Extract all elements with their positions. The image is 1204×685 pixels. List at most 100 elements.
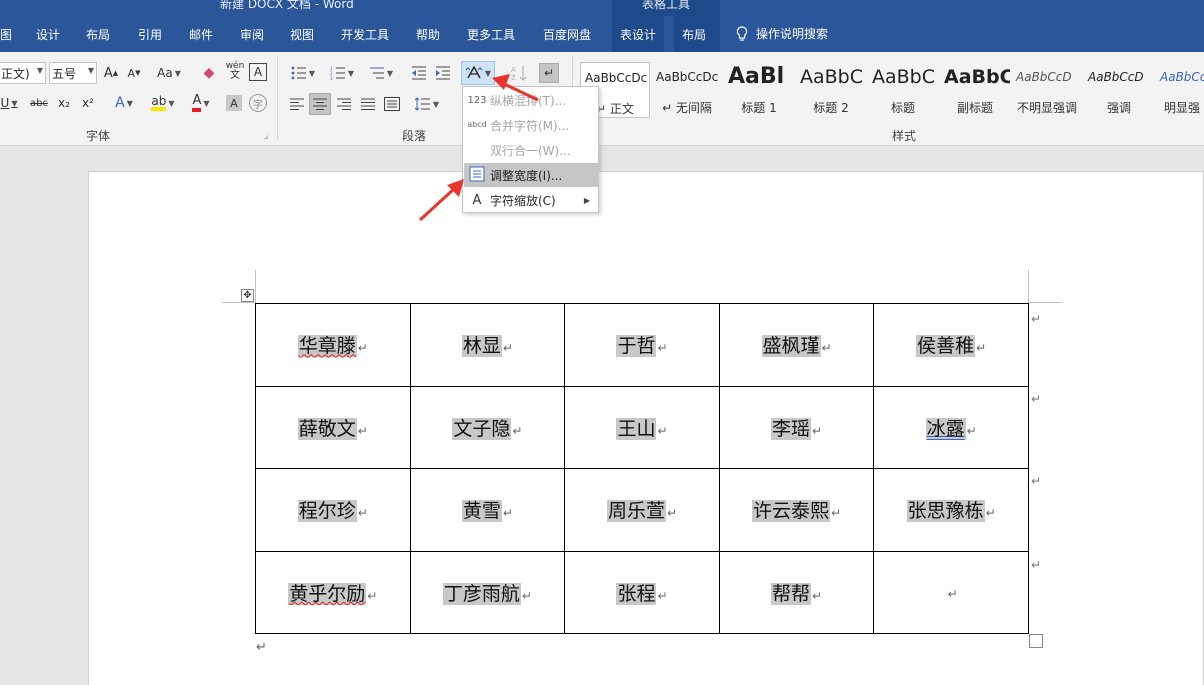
table-cell[interactable]: 丁彦雨航 ↵	[409, 550, 566, 634]
svg-text:Z: Z	[511, 74, 516, 81]
table-cell[interactable]: 张思豫栋 ↵	[873, 468, 1029, 552]
text-effects-icon: A	[115, 95, 125, 111]
table-cell[interactable]: 李瑶 ↵	[718, 385, 875, 469]
font-dialog-launcher[interactable]: ⌟	[264, 131, 268, 141]
table-cell[interactable]: 帮帮 ↵	[718, 550, 875, 634]
distributed-button[interactable]	[381, 93, 403, 115]
align-center-button[interactable]	[309, 93, 331, 115]
enclose-char-button[interactable]: 字	[249, 94, 267, 112]
tab-table-layout[interactable]: 布局	[674, 16, 720, 52]
style-sample: AaBbCcDc	[585, 71, 648, 85]
table-cell[interactable]: 程尔珍 ↵	[255, 468, 411, 552]
tab-baidu-netdisk[interactable]: 百度网盘	[543, 16, 591, 52]
clear-format-button[interactable]: ◆	[198, 62, 220, 84]
asian-layout-button[interactable]: ▼	[461, 61, 495, 85]
cell-end-mark: ↵	[985, 506, 996, 521]
multilevel-list-button[interactable]: ▼	[364, 62, 398, 84]
table-cell[interactable]: 林显 ↵	[409, 303, 566, 387]
phonetic-guide-button[interactable]: wén 文	[224, 60, 246, 82]
char-shading-button[interactable]: A	[226, 95, 242, 111]
strikethrough-button[interactable]: abc	[28, 92, 50, 114]
table-cell[interactable]: 周乐萱 ↵	[564, 468, 720, 552]
menu-item-label: 双行合一(W)...	[490, 143, 571, 158]
tab-insert[interactable]: 图	[0, 16, 12, 52]
cell-end-mark: ↵	[502, 341, 513, 356]
tell-me-search[interactable]: 操作说明搜索	[736, 16, 828, 52]
table-cell[interactable]: 文子隐 ↵	[409, 385, 566, 469]
style-subtitle[interactable]: AaBbC 副标题	[940, 62, 1010, 118]
table-cell[interactable]: 于哲 ↵	[564, 303, 720, 387]
table-cell[interactable]: 侯善稚 ↵	[873, 303, 1029, 387]
align-right-icon	[337, 98, 351, 110]
shrink-font-button[interactable]: A ▼	[124, 62, 144, 84]
align-right-button[interactable]	[333, 93, 355, 115]
tab-help[interactable]: 帮助	[416, 16, 440, 52]
style-title[interactable]: AaBbC 标题	[868, 62, 938, 118]
align-left-button[interactable]	[286, 93, 308, 115]
justify-button[interactable]	[357, 93, 379, 115]
superscript-button[interactable]: x²	[78, 92, 98, 114]
font-name-combo[interactable]: 正文) ▼	[0, 62, 46, 84]
cell-end-mark: ↵	[657, 423, 668, 438]
bullets-button[interactable]: ▼	[286, 62, 320, 84]
table-cell[interactable]: 黄乎尔励 ↵	[255, 550, 411, 634]
char-border-icon: A	[253, 65, 263, 79]
styles-group-label: 样式	[892, 129, 917, 143]
show-formatting-button[interactable]: ↵	[539, 63, 559, 83]
sort-button[interactable]: AZ	[507, 62, 531, 84]
decrease-indent-button[interactable]	[408, 62, 430, 84]
menu-item-fit-text[interactable]: 调整宽度(I)...	[464, 163, 598, 187]
line-spacing-button[interactable]: ▼	[410, 93, 444, 115]
font-color-icon: A	[192, 94, 202, 112]
table-cell[interactable]: 许云泰熙 ↵	[718, 468, 875, 552]
increase-indent-button[interactable]	[432, 62, 454, 84]
char-border-button[interactable]: A	[249, 63, 267, 81]
menu-item-combine-characters[interactable]: abcd 合并字符(M)...	[464, 113, 598, 137]
change-case-button[interactable]: Aa ▼	[152, 62, 186, 84]
shrink-font-icon: A	[127, 66, 136, 80]
table-resize-handle[interactable]	[1029, 634, 1043, 648]
tab-more-tools[interactable]: 更多工具	[467, 16, 515, 52]
style-sample: AaBbC	[800, 66, 864, 88]
numbering-button[interactable]: 1 2 3 ▼	[325, 62, 359, 84]
text-effects-button[interactable]: A ▼	[108, 92, 140, 114]
table-cell[interactable]: 王山 ↵	[564, 385, 720, 469]
style-heading-2[interactable]: AaBbC 标题 2	[796, 62, 866, 118]
style-subtle-emphasis[interactable]: AaBbCcD 不明显强调	[1012, 62, 1082, 118]
font-color-button[interactable]: A ▼	[184, 92, 218, 114]
table-move-handle[interactable]: ✥	[241, 289, 254, 302]
table-row: 薛敬文 ↵ 文子隐 ↵ 王山 ↵ 李瑶 ↵ 冰露 ↵	[255, 385, 1029, 469]
table-cell[interactable]: 黄雪 ↵	[409, 468, 566, 552]
cell-end-mark: ↵	[831, 506, 842, 521]
tab-layout[interactable]: 布局	[86, 16, 110, 52]
tab-view[interactable]: 视图	[290, 16, 314, 52]
style-heading-1[interactable]: AaBl 标题 1	[724, 62, 794, 118]
tab-references[interactable]: 引用	[138, 16, 162, 52]
style-no-spacing[interactable]: AaBbCcDc ↵ 无间隔	[652, 62, 722, 118]
cell-text: 文子隐	[452, 417, 512, 440]
table-cell[interactable]: 薛敬文 ↵	[255, 385, 411, 469]
table-cell[interactable]: 盛枫瑾 ↵	[718, 303, 875, 387]
highlight-button[interactable]: ab ▼	[146, 92, 180, 114]
cell-text: 许云泰熙	[752, 500, 831, 523]
style-intense-emphasis[interactable]: AaBbCc 明显强	[1156, 62, 1204, 118]
subscript-button[interactable]: x₂	[54, 92, 74, 114]
tab-review[interactable]: 审阅	[240, 16, 264, 52]
style-sample: AaBl	[728, 64, 785, 89]
tab-design[interactable]: 设计	[36, 16, 60, 52]
grow-font-button[interactable]: A ▲	[101, 62, 121, 84]
table-cell[interactable]: 冰露 ↵	[873, 385, 1029, 469]
style-emphasis[interactable]: AaBbCcD 强调	[1084, 62, 1154, 118]
menu-item-horizontal-in-vertical[interactable]: 123 纵横混排(T)...	[464, 88, 598, 112]
table-cell[interactable]: 张程 ↵	[564, 550, 720, 634]
font-size-combo[interactable]: 五号 ▼	[49, 62, 97, 84]
menu-item-two-lines-in-one[interactable]: 双行合一(W)...	[464, 138, 598, 162]
menu-item-character-scaling[interactable]: A 字符缩放(C) ▶	[464, 188, 598, 212]
table-cell[interactable]: ↵	[873, 550, 1029, 634]
tab-table-design[interactable]: 表设计	[612, 16, 665, 52]
tab-developer[interactable]: 开发工具	[341, 16, 389, 52]
table-cell[interactable]: 华章滕 ↵	[255, 303, 411, 387]
tab-mailings[interactable]: 邮件	[189, 16, 213, 52]
underline-button[interactable]: U ▼	[0, 92, 22, 114]
cell-end-mark: ↵	[947, 587, 958, 602]
